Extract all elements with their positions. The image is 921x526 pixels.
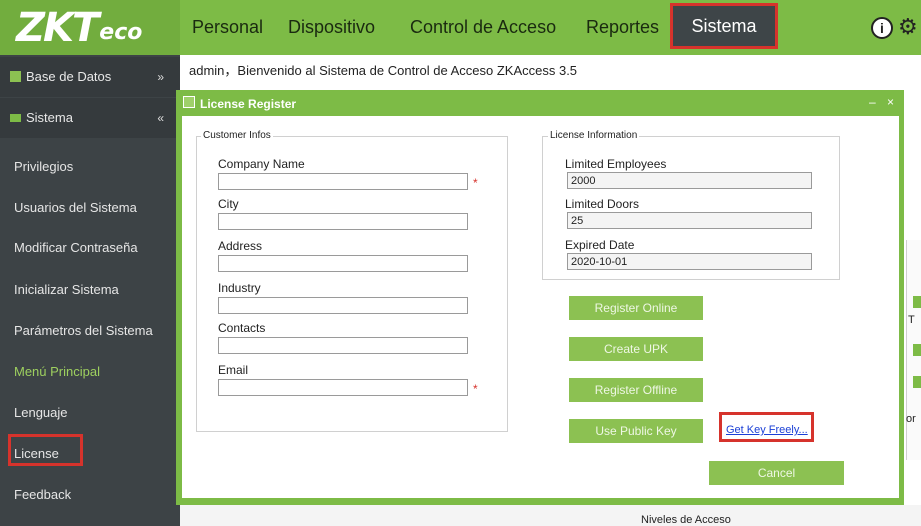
limited-employees-label: Limited Employees [565,157,667,171]
customer-infos-legend: Customer Infos [201,130,273,141]
industry-label: Industry [218,281,261,295]
window-icon [183,96,195,108]
background-green-marker [913,344,921,356]
top-header: ZKT eco Personal Dispositivo Control de … [0,0,921,55]
expired-date-label: Expired Date [565,238,635,252]
company-name-label: Company Name [218,157,305,171]
address-label: Address [218,239,263,253]
industry-input[interactable] [218,297,468,314]
gear-icon[interactable]: ⚙ [898,14,918,40]
register-offline-button[interactable]: Register Offline [569,378,703,402]
info-icon[interactable]: i [871,17,893,39]
sidebar-item-menu-principal[interactable]: Menú Principal [14,364,174,379]
chevron-up-icon[interactable]: « [157,98,164,138]
email-input[interactable] [218,379,468,396]
dialog-title: License Register [200,97,297,111]
logo-small-text: eco [99,20,143,45]
nav-control-de-acceso[interactable]: Control de Acceso [410,0,556,55]
city-input[interactable] [218,213,468,230]
nav-sistema[interactable]: Sistema [670,3,778,49]
expired-date-field [567,253,812,270]
company-name-input[interactable] [218,173,468,190]
background-green-marker [913,376,921,388]
nav-reportes[interactable]: Reportes [586,0,659,55]
sidebar-item-inicializar[interactable]: Inicializar Sistema [14,282,174,297]
license-information-legend: License Information [548,130,640,141]
chevron-down-icon[interactable]: » [157,57,164,97]
contacts-label: Contacts [218,321,266,335]
city-label: City [218,197,239,211]
create-upk-button[interactable]: Create UPK [569,337,703,361]
limited-doors-label: Limited Doors [565,197,640,211]
close-icon[interactable]: × [887,95,894,109]
background-strip [180,505,921,526]
required-mark: * [473,176,478,190]
license-highlight-box [8,434,83,466]
contacts-input[interactable] [218,337,468,354]
database-icon [10,71,21,82]
sidebar-item-parametros[interactable]: Parámetros del Sistema [14,323,174,338]
cancel-button[interactable]: Cancel [709,461,844,485]
logo-main-text: ZKT [16,4,99,51]
nav-dispositivo[interactable]: Dispositivo [288,0,375,55]
register-online-button[interactable]: Register Online [569,296,703,320]
get-key-highlight-box [719,412,814,442]
background-partial-text: T [908,314,915,326]
welcome-text: admin，Bienvenido al Sistema de Control d… [189,63,578,78]
sidebar-item-lenguaje[interactable]: Lenguaje [14,405,174,420]
address-input[interactable] [218,255,468,272]
zkteco-logo: ZKT eco [0,0,180,55]
nav-personal[interactable]: Personal [192,0,263,55]
sidebar-item-modificar-contrasena[interactable]: Modificar Contraseña [14,240,174,255]
background-green-marker [913,296,921,308]
sidebar-section-label: Sistema [26,110,73,125]
monitor-icon [10,114,21,122]
sidebar-item-usuarios[interactable]: Usuarios del Sistema [14,200,174,215]
minimize-icon[interactable]: – [869,95,876,109]
sidebar-item-feedback[interactable]: Feedback [14,487,174,502]
sidebar-section-base-de-datos[interactable]: Base de Datos » [0,57,180,97]
limited-doors-field [567,212,812,229]
niveles-de-acceso-label: Niveles de Acceso [641,514,731,526]
required-mark: * [473,382,478,396]
sidebar-section-sistema[interactable]: Sistema « [0,98,180,138]
limited-employees-field [567,172,812,189]
email-label: Email [218,363,249,377]
sidebar-section-label: Base de Datos [26,69,112,84]
sidebar-item-privilegios[interactable]: Privilegios [14,159,174,174]
background-partial-text: or [906,413,916,425]
use-public-key-button[interactable]: Use Public Key [569,419,703,443]
